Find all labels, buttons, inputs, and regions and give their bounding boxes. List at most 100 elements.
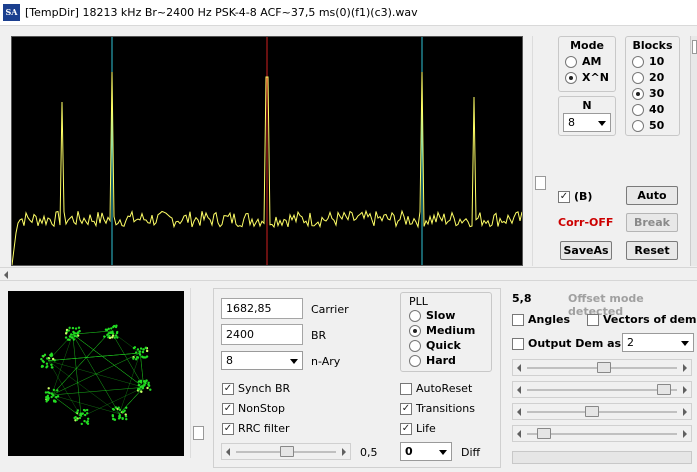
n-select[interactable]: 8 bbox=[563, 113, 611, 132]
auto-button[interactable]: Auto bbox=[626, 186, 678, 205]
mode-option-xn[interactable]: X^N bbox=[565, 71, 609, 84]
life-checkbox[interactable]: ✓ bbox=[400, 422, 412, 435]
rrc-filter-row[interactable]: ✓ RRC filter bbox=[222, 422, 290, 435]
slider-right-arrow-icon[interactable] bbox=[683, 408, 687, 416]
slider-left-arrow-icon[interactable] bbox=[517, 430, 521, 438]
nary-select[interactable]: 8 bbox=[221, 351, 303, 370]
pll-option-quick[interactable]: Quick bbox=[409, 339, 461, 352]
constellation-point bbox=[83, 419, 86, 423]
carrier-input[interactable]: 1682,85 bbox=[221, 298, 303, 319]
synch-br-checkbox[interactable]: ✓ bbox=[222, 382, 234, 395]
transitions-row[interactable]: ✓ Transitions bbox=[400, 402, 475, 415]
constellation-vscrollbar[interactable] bbox=[190, 288, 206, 458]
radio-am[interactable] bbox=[565, 55, 577, 68]
pll-option-hard[interactable]: Hard bbox=[409, 354, 456, 367]
pll-title: PLL bbox=[409, 295, 428, 308]
spectrum-display[interactable] bbox=[11, 36, 523, 266]
blocks-option-30[interactable]: 30 bbox=[632, 87, 664, 100]
slider-right-arrow-icon[interactable] bbox=[342, 448, 346, 456]
right-slider-1[interactable] bbox=[512, 359, 692, 376]
output-dem-row[interactable]: Output Dem as bbox=[512, 337, 621, 350]
constellation-point bbox=[44, 391, 48, 394]
output-dem-checkbox[interactable] bbox=[512, 337, 524, 350]
mode-option-am[interactable]: AM bbox=[565, 55, 601, 68]
rrc-slider-thumb[interactable] bbox=[280, 446, 294, 457]
right-slider-3-thumb[interactable] bbox=[585, 406, 599, 417]
angles-row[interactable]: Angles bbox=[512, 313, 570, 326]
constellation-point bbox=[125, 406, 128, 409]
constellation-point bbox=[56, 389, 59, 392]
nonstop-row[interactable]: ✓ NonStop bbox=[222, 402, 285, 415]
slider-right-arrow-icon[interactable] bbox=[683, 386, 687, 394]
radio-pll-slow[interactable] bbox=[409, 309, 421, 322]
slider-right-arrow-icon[interactable] bbox=[683, 430, 687, 438]
constellation-point bbox=[121, 417, 124, 421]
blocks-option-50[interactable]: 50 bbox=[632, 119, 664, 132]
constellation-point bbox=[51, 357, 55, 361]
right-progress-bar bbox=[512, 451, 692, 464]
rrc-filter-label: RRC filter bbox=[238, 422, 290, 435]
right-slider-1-thumb[interactable] bbox=[597, 362, 611, 373]
life-row[interactable]: ✓ Life bbox=[400, 422, 436, 435]
blocks-title: Blocks bbox=[632, 39, 673, 52]
angles-checkbox[interactable] bbox=[512, 313, 524, 326]
spectrum-plot bbox=[12, 37, 522, 265]
right-slider-2[interactable] bbox=[512, 381, 692, 398]
right-slider-2-thumb[interactable] bbox=[657, 384, 671, 395]
n-select-value: 8 bbox=[568, 116, 575, 129]
vectors-checkbox[interactable] bbox=[587, 313, 599, 326]
rrc-slider[interactable] bbox=[221, 443, 351, 460]
constellation-point bbox=[68, 326, 71, 330]
scroll-left-arrow-icon[interactable] bbox=[4, 271, 8, 279]
radio-pll-quick[interactable] bbox=[409, 339, 421, 352]
right-edge-scrollbar[interactable] bbox=[690, 36, 697, 266]
autoreset-checkbox[interactable] bbox=[400, 382, 412, 395]
diff-select[interactable]: 0 bbox=[400, 442, 452, 461]
constellation-point bbox=[74, 415, 77, 419]
break-button[interactable]: Break bbox=[626, 213, 678, 232]
right-slider-3[interactable] bbox=[512, 403, 692, 420]
constellation-point bbox=[50, 366, 54, 369]
chevron-down-icon bbox=[598, 120, 606, 126]
right-slider-3-track bbox=[527, 411, 677, 413]
radio-blocks-20[interactable] bbox=[632, 71, 644, 84]
radio-blocks-30[interactable] bbox=[632, 87, 644, 100]
output-dem-select[interactable]: 2 bbox=[622, 333, 694, 352]
slider-right-arrow-icon[interactable] bbox=[683, 364, 687, 372]
saveas-button[interactable]: SaveAs bbox=[560, 241, 612, 260]
radio-pll-medium[interactable] bbox=[409, 324, 421, 337]
radio-pll-hard[interactable] bbox=[409, 354, 421, 367]
nonstop-checkbox[interactable]: ✓ bbox=[222, 402, 234, 415]
synch-br-row[interactable]: ✓ Synch BR bbox=[222, 382, 290, 395]
b-checkbox-row[interactable]: ✓ (B) bbox=[558, 190, 592, 203]
vectors-row[interactable]: Vectors of dem bbox=[587, 313, 696, 326]
slider-left-arrow-icon[interactable] bbox=[226, 448, 230, 456]
blocks-option-10[interactable]: 10 bbox=[632, 55, 664, 68]
right-slider-4[interactable] bbox=[512, 425, 692, 442]
b-checkbox[interactable]: ✓ bbox=[558, 190, 570, 203]
right-slider-4-thumb[interactable] bbox=[537, 428, 551, 439]
radio-blocks-10[interactable] bbox=[632, 55, 644, 68]
br-input[interactable]: 2400 bbox=[221, 324, 303, 345]
right-edge-thumb[interactable] bbox=[692, 40, 697, 54]
transitions-checkbox[interactable]: ✓ bbox=[400, 402, 412, 415]
autoreset-row[interactable]: AutoReset bbox=[400, 382, 472, 395]
constellation-point bbox=[74, 327, 78, 330]
spectrum-vscroll-thumb[interactable] bbox=[535, 176, 546, 190]
radio-blocks-50[interactable] bbox=[632, 119, 644, 132]
slider-left-arrow-icon[interactable] bbox=[517, 364, 521, 372]
blocks-option-40[interactable]: 40 bbox=[632, 103, 664, 116]
blocks-option-20[interactable]: 20 bbox=[632, 71, 664, 84]
pll-option-slow[interactable]: Slow bbox=[409, 309, 455, 322]
spectrum-hscrollbar[interactable] bbox=[0, 267, 697, 281]
slider-left-arrow-icon[interactable] bbox=[517, 408, 521, 416]
rrc-filter-checkbox[interactable]: ✓ bbox=[222, 422, 234, 435]
radio-xn[interactable] bbox=[565, 71, 577, 84]
pll-option-medium[interactable]: Medium bbox=[409, 324, 475, 337]
constellation-point bbox=[115, 324, 118, 327]
reset-button[interactable]: Reset bbox=[626, 241, 678, 260]
constellation-vscroll-thumb[interactable] bbox=[193, 426, 204, 440]
spectrum-vscrollbar[interactable] bbox=[532, 36, 548, 266]
radio-blocks-40[interactable] bbox=[632, 103, 644, 116]
slider-left-arrow-icon[interactable] bbox=[517, 386, 521, 394]
